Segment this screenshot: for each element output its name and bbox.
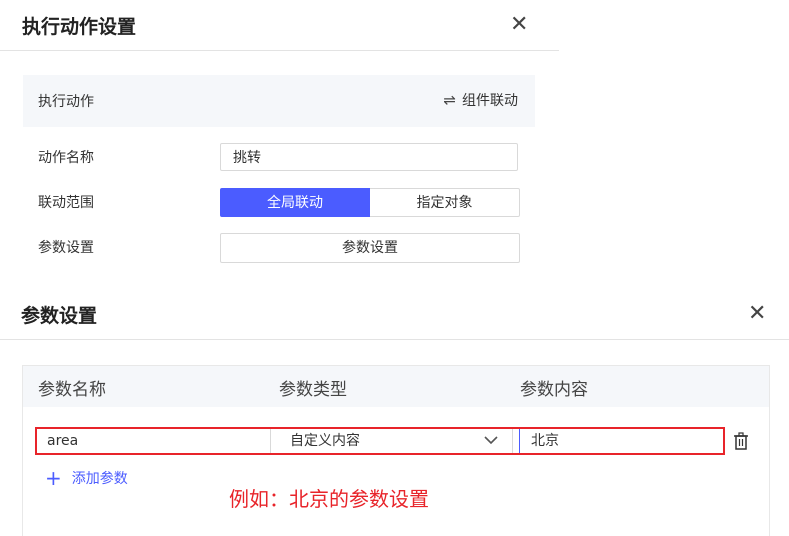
action-settings-title: 执行动作设置: [22, 16, 137, 38]
param-settings-button[interactable]: 参数设置: [220, 233, 520, 263]
column-header-param-content: 参数内容: [520, 380, 588, 400]
param-table-header: [23, 366, 769, 407]
linkage-scope-label: 联动范围: [38, 195, 94, 211]
scope-specific-button[interactable]: 指定对象: [370, 188, 520, 217]
param-type-select[interactable]: 自定义内容: [290, 429, 490, 453]
cell-divider: [270, 429, 271, 453]
close-icon[interactable]: ✕: [748, 303, 766, 325]
add-param-button[interactable]: + 添加参数: [45, 468, 128, 488]
column-header-param-name: 参数名称: [38, 380, 106, 400]
trash-icon[interactable]: [733, 432, 749, 450]
cell-divider: [512, 429, 513, 453]
action-header-label: 执行动作: [38, 94, 94, 110]
add-param-label: 添加参数: [71, 471, 128, 487]
column-header-param-type: 参数类型: [279, 380, 347, 400]
param-settings-title: 参数设置: [21, 305, 98, 327]
component-linkage-label: 组件联动: [462, 93, 518, 109]
param-settings-label: 参数设置: [38, 240, 94, 256]
scope-global-button[interactable]: 全局联动: [220, 188, 370, 217]
swap-icon: ⇌: [443, 91, 456, 109]
param-content-input[interactable]: 北京: [531, 429, 711, 453]
divider: [0, 339, 789, 340]
divider: [0, 50, 559, 51]
text-cursor: [519, 429, 520, 453]
param-name-input[interactable]: area: [47, 429, 267, 453]
action-header-bar: 执行动作 ⇌ 组件联动: [23, 75, 535, 127]
close-icon[interactable]: ✕: [510, 14, 528, 36]
action-name-input[interactable]: 挑转: [220, 143, 518, 171]
component-linkage-link[interactable]: ⇌ 组件联动: [443, 90, 518, 110]
example-annotation: 例如：北京的参数设置: [229, 487, 429, 511]
chevron-down-icon[interactable]: [483, 428, 499, 456]
action-name-label: 动作名称: [38, 150, 94, 166]
plus-icon: +: [45, 466, 62, 490]
